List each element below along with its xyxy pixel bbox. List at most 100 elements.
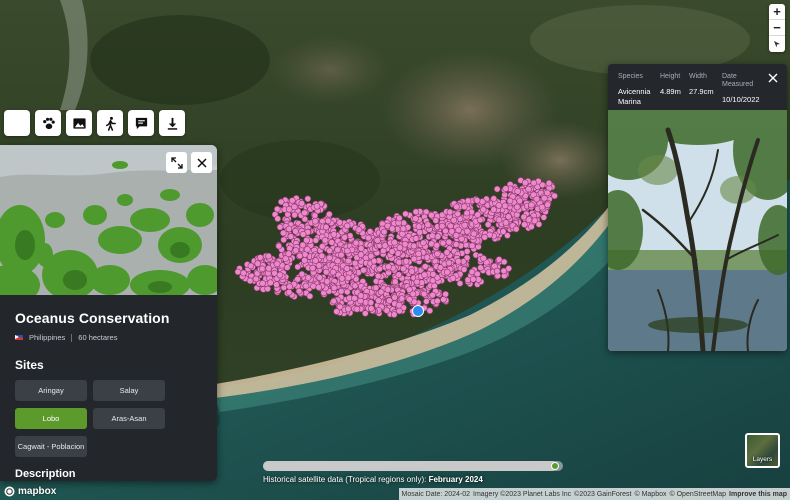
timeline-handle[interactable] <box>551 462 559 470</box>
tree-point[interactable] <box>365 234 372 242</box>
tree-point[interactable] <box>533 195 541 203</box>
tree-point[interactable] <box>443 249 451 256</box>
tree-point[interactable] <box>399 225 407 232</box>
tree-point[interactable] <box>545 179 553 187</box>
tree-point[interactable] <box>490 195 498 202</box>
tree-point[interactable] <box>423 254 431 261</box>
tree-point[interactable] <box>409 290 417 298</box>
tree-point[interactable] <box>367 252 375 260</box>
tree-point[interactable] <box>406 295 413 303</box>
tree-point[interactable] <box>326 247 333 255</box>
tree-point[interactable] <box>495 202 503 209</box>
tree-point[interactable] <box>431 282 438 290</box>
tree-point[interactable] <box>377 288 385 296</box>
tree-point[interactable] <box>240 269 247 277</box>
tree-point[interactable] <box>247 262 255 270</box>
tree-point[interactable] <box>312 237 320 244</box>
tree-point[interactable] <box>298 200 306 207</box>
tree-point[interactable] <box>338 275 346 282</box>
tree-point[interactable] <box>525 185 532 193</box>
tree-point[interactable] <box>525 216 533 223</box>
tree-point[interactable] <box>352 239 360 247</box>
tree-point[interactable] <box>367 299 375 306</box>
tree-point[interactable] <box>275 242 283 250</box>
tree-point[interactable] <box>391 239 398 246</box>
tree-point[interactable] <box>343 265 351 272</box>
tree-point[interactable] <box>530 179 538 187</box>
tree-point[interactable] <box>505 213 512 220</box>
tree-point[interactable] <box>428 211 435 219</box>
tree-point[interactable] <box>273 205 281 213</box>
tree-point[interactable] <box>265 264 273 272</box>
tree-point[interactable] <box>502 185 510 192</box>
tree-point[interactable] <box>388 225 396 232</box>
tree-point[interactable] <box>495 216 503 224</box>
tree-point[interactable] <box>408 268 416 275</box>
tree-point[interactable] <box>410 255 418 263</box>
tree-point[interactable] <box>334 257 341 265</box>
tree-point[interactable] <box>315 283 323 291</box>
tree-point[interactable] <box>439 239 447 247</box>
site-button-aras-asan[interactable]: Aras-Asan <box>93 408 165 429</box>
tree-point[interactable] <box>445 259 453 267</box>
tree-point[interactable] <box>502 219 510 226</box>
tree-point[interactable] <box>426 307 434 315</box>
tree-point[interactable] <box>376 265 383 273</box>
tree-point[interactable] <box>495 256 503 263</box>
tree-point[interactable] <box>287 233 295 240</box>
tree-point[interactable] <box>460 266 468 273</box>
osm-credit[interactable]: © OpenStreetMap <box>670 491 727 498</box>
tree-point[interactable] <box>301 209 308 217</box>
tree-point[interactable] <box>329 268 337 276</box>
tree-point[interactable] <box>420 290 428 298</box>
site-button-salay[interactable]: Salay <box>93 380 165 401</box>
tree-point[interactable] <box>357 245 365 252</box>
tree-point[interactable] <box>288 197 296 204</box>
tree-point[interactable] <box>396 214 403 222</box>
tree-point[interactable] <box>463 228 471 235</box>
close-tree-panel-button[interactable] <box>767 72 779 84</box>
close-panel-button[interactable] <box>191 152 212 173</box>
people-tab-button[interactable] <box>97 110 123 136</box>
tree-point[interactable] <box>410 242 418 250</box>
tree-point[interactable] <box>285 250 293 257</box>
timeline-slider[interactable] <box>263 461 563 471</box>
tree-point[interactable] <box>551 192 558 200</box>
tree-point[interactable] <box>458 235 466 243</box>
tree-point[interactable] <box>415 223 423 230</box>
tree-point[interactable] <box>470 230 478 238</box>
tree-point[interactable] <box>429 291 436 299</box>
tree-point[interactable] <box>480 254 487 262</box>
tree-point[interactable] <box>432 217 440 224</box>
tree-point[interactable] <box>385 263 392 271</box>
site-button-cagwait-poblacion[interactable]: Cagwait - Poblacion <box>15 436 87 457</box>
tree-point[interactable] <box>493 185 501 193</box>
tree-point[interactable] <box>304 195 312 203</box>
tree-point[interactable] <box>316 274 324 281</box>
tree-point[interactable] <box>473 197 481 204</box>
zoom-in-button[interactable]: + <box>769 4 785 20</box>
tree-point[interactable] <box>326 254 333 262</box>
tree-point[interactable] <box>484 221 492 228</box>
tree-point[interactable] <box>402 257 410 265</box>
tree-point[interactable] <box>292 247 300 254</box>
media-tab-button[interactable] <box>66 110 92 136</box>
tree-point[interactable] <box>395 258 403 266</box>
tree-point[interactable] <box>324 217 332 225</box>
download-tab-button[interactable] <box>159 110 185 136</box>
tree-point[interactable] <box>521 179 529 186</box>
tree-point[interactable] <box>343 247 351 255</box>
tree-point[interactable] <box>292 228 299 235</box>
tree-point[interactable] <box>386 297 393 304</box>
tree-point[interactable] <box>443 268 451 276</box>
tree-point[interactable] <box>521 221 528 228</box>
tree-point[interactable] <box>401 240 409 248</box>
tree-point[interactable] <box>447 222 454 230</box>
tree-point[interactable] <box>493 267 501 275</box>
tree-point[interactable] <box>341 234 348 241</box>
gainforest-credit[interactable]: ©2023 GainForest <box>574 491 631 498</box>
tree-point[interactable] <box>388 248 396 255</box>
zoom-out-button[interactable]: − <box>769 20 785 36</box>
tree-point[interactable] <box>302 282 310 290</box>
tree-point[interactable] <box>463 248 471 255</box>
